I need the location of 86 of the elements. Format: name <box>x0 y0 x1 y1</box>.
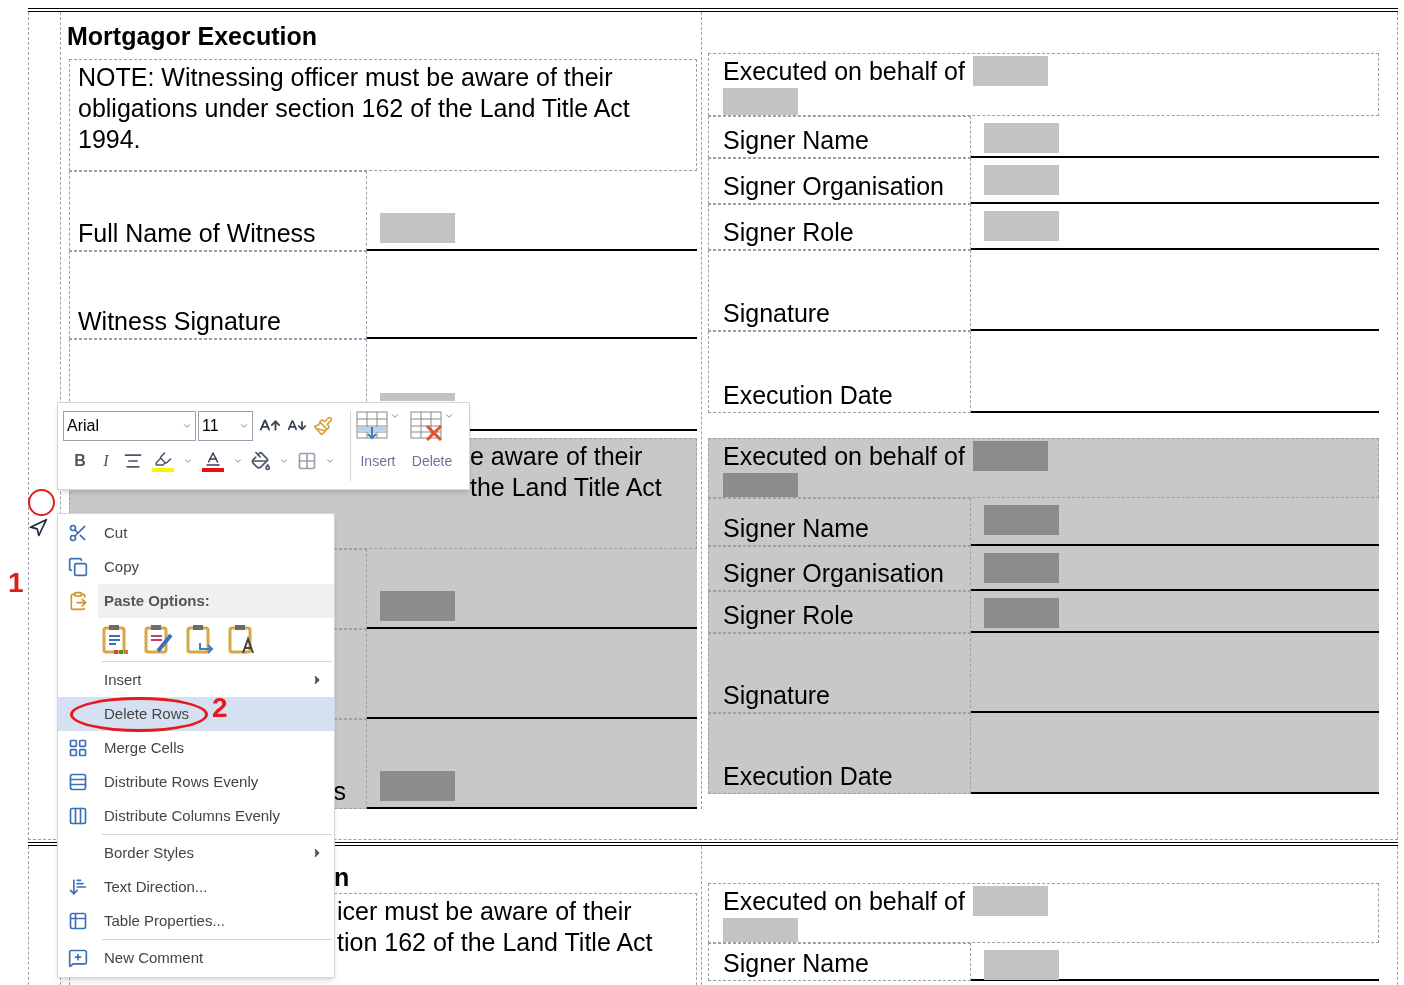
form-field[interactable] <box>984 505 1059 535</box>
note-text: the Land Title Act <box>470 473 662 501</box>
form-field[interactable] <box>984 165 1059 195</box>
dropdown-caret-icon[interactable] <box>183 456 193 466</box>
executed-heading: Executed on behalf of <box>723 56 965 86</box>
shading-icon[interactable] <box>251 451 271 471</box>
menu-item[interactable]: Distribute Columns Evenly <box>58 799 334 833</box>
table-insert-icon <box>356 411 390 441</box>
row-label: Signature <box>723 298 831 328</box>
row-label: Signer Organisation <box>723 171 944 201</box>
note-text: icer must be aware of their <box>337 897 632 925</box>
italic-button[interactable]: I <box>97 449 115 473</box>
form-field[interactable] <box>723 473 798 497</box>
paste-option-icon[interactable] <box>186 623 216 655</box>
dropdown-caret-icon[interactable] <box>233 456 243 466</box>
row-label: Witness Signature <box>78 306 281 336</box>
clipboard-icon <box>68 591 88 611</box>
row-label: s <box>333 776 346 806</box>
paste-option-icon[interactable] <box>144 623 174 655</box>
menu-item-icon <box>68 948 88 968</box>
row-label: Signer Name <box>723 948 869 978</box>
executed-heading: Executed on behalf of <box>723 441 965 471</box>
dropdown-caret-icon[interactable] <box>182 421 192 431</box>
row-label: Signer Role <box>723 600 854 630</box>
menu-item[interactable]: Border Styles <box>58 836 334 870</box>
form-field[interactable] <box>984 123 1059 153</box>
paste-options-header: Paste Options: <box>98 584 334 618</box>
font-name-field[interactable]: Arial <box>63 411 196 441</box>
menu-item-icon <box>68 557 88 577</box>
note-text: tion 162 of the Land Title Act <box>337 928 653 956</box>
step-number: 1 <box>8 568 24 598</box>
form-field[interactable] <box>984 211 1059 241</box>
row-label: Execution Date <box>723 380 893 410</box>
menu-item-icon <box>68 772 88 792</box>
format-painter-icon[interactable] <box>313 416 333 436</box>
row-label: Signer Role <box>723 217 854 247</box>
menu-item[interactable]: New Comment <box>58 941 334 975</box>
form-field[interactable] <box>984 950 1059 980</box>
dropdown-caret-icon[interactable] <box>239 421 249 431</box>
dropdown-caret-icon[interactable] <box>390 411 400 421</box>
menu-item[interactable]: Copy <box>58 550 334 584</box>
bold-button[interactable]: B <box>71 449 89 473</box>
form-field[interactable] <box>972 56 1048 86</box>
form-field[interactable] <box>380 213 455 243</box>
executed-heading: Executed on behalf of <box>723 886 965 916</box>
dropdown-caret-icon[interactable] <box>279 456 289 466</box>
highlighter-icon[interactable] <box>151 450 175 472</box>
row-label: Signer Organisation <box>723 558 944 588</box>
menu-item[interactable]: Merge Cells <box>58 731 334 765</box>
row-label: Signer Name <box>723 513 869 543</box>
font-color-icon[interactable] <box>201 450 225 472</box>
row-label: Signature <box>723 680 831 710</box>
table-delete-icon <box>410 411 444 441</box>
note-text: e aware of their <box>470 442 643 470</box>
form-field[interactable] <box>972 441 1048 471</box>
menu-item[interactable]: Cut <box>58 516 334 550</box>
insert-button[interactable]: Insert <box>356 411 400 481</box>
menu-item-icon <box>68 738 88 758</box>
menu-item-icon <box>68 523 88 543</box>
form-field[interactable] <box>984 553 1059 583</box>
row-label: Signer Name <box>723 125 869 155</box>
section-title: Mortgagor Execution <box>67 22 317 50</box>
cursor-icon <box>28 518 48 538</box>
form-field[interactable] <box>723 88 798 115</box>
align-center-icon[interactable] <box>123 451 143 471</box>
menu-item-icon <box>68 806 88 826</box>
menu-item[interactable]: Text Direction... <box>58 870 334 904</box>
dropdown-caret-icon[interactable] <box>325 456 335 466</box>
font-size-field[interactable]: 11 <box>198 411 253 441</box>
form-field[interactable] <box>380 393 455 401</box>
menu-item-icon <box>68 877 88 897</box>
menu-item-icon <box>68 911 88 931</box>
row-label: Execution Date <box>723 761 893 791</box>
menu-item[interactable]: Table Properties... <box>58 904 334 938</box>
borders-icon[interactable] <box>297 451 317 471</box>
form-field[interactable] <box>984 598 1059 628</box>
menu-item[interactable]: Distribute Rows Evenly <box>58 765 334 799</box>
form-field[interactable] <box>723 918 798 942</box>
section-title: n <box>334 863 350 891</box>
row-label: Full Name of Witness <box>78 218 316 248</box>
form-field[interactable] <box>380 591 455 621</box>
form-field[interactable] <box>972 886 1048 916</box>
delete-button[interactable]: Delete <box>410 411 454 481</box>
form-field[interactable] <box>380 771 455 801</box>
dropdown-caret-icon[interactable] <box>444 411 454 421</box>
note-text: NOTE: Witnessing officer must be aware of their obligations under section 162 of the Land Title Act 1994. <box>78 62 631 155</box>
